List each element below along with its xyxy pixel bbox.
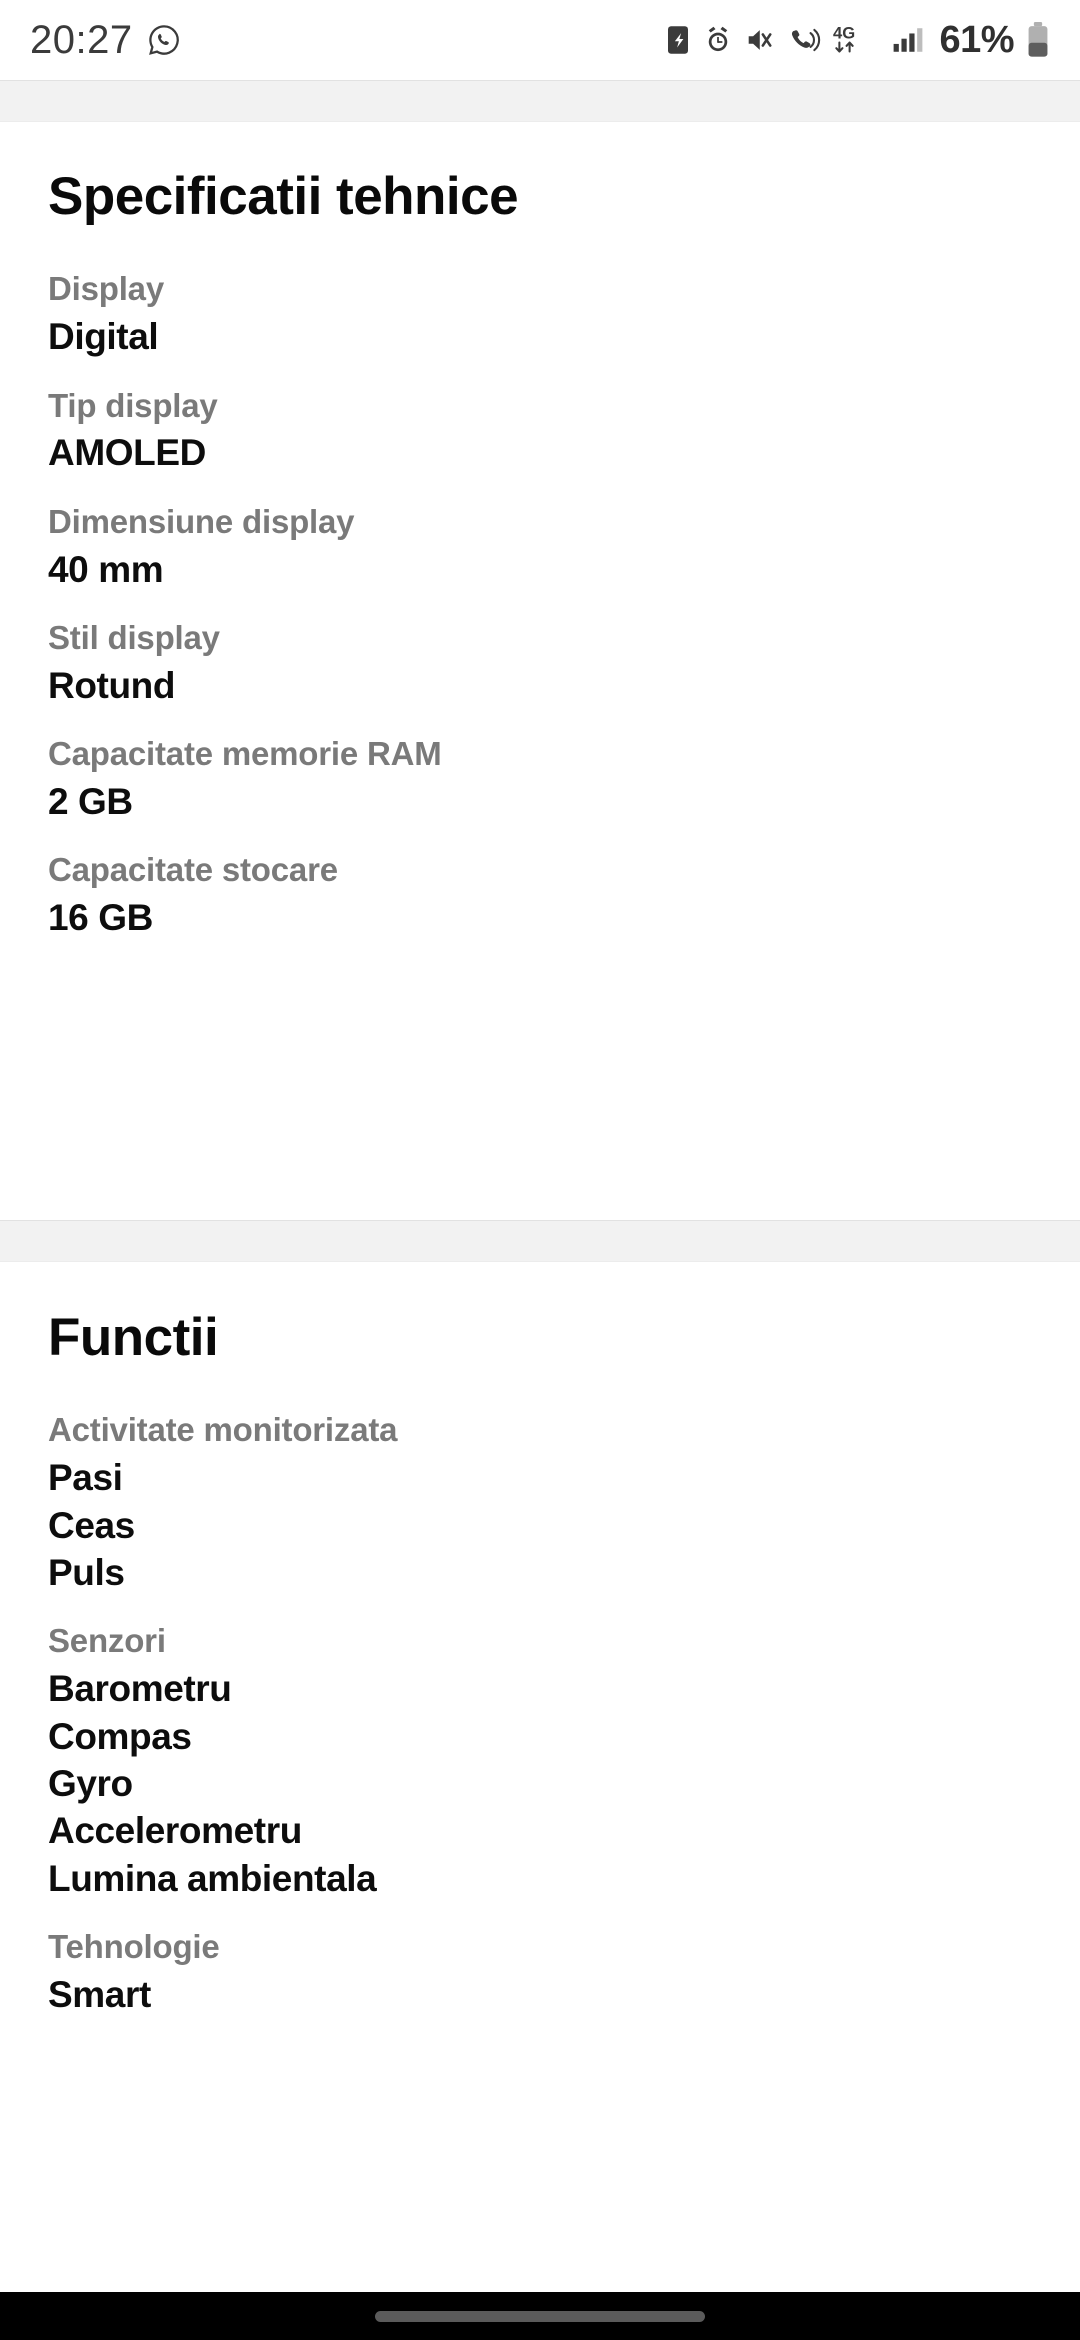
spec-row: Capacitate memorie RAM 2 GB xyxy=(48,731,1080,825)
spec-label: Capacitate stocare xyxy=(48,851,338,889)
status-bar-left: 20:27 xyxy=(30,18,181,63)
spec-label: Dimensiune display xyxy=(48,502,355,540)
section-divider-middle xyxy=(0,1220,1080,1262)
spec-list-features: Activitate monitorizata Pasi Ceas Puls S… xyxy=(0,1367,1080,2070)
technical-specs-section: Specificatii tehnice Display Digital Tip… xyxy=(0,122,1080,994)
spec-row: Dimensiune display 40 mm xyxy=(48,499,1080,593)
spec-row: Tehnologie Smart xyxy=(48,1924,1080,2018)
spec-value-line: 16 GB xyxy=(48,897,153,939)
spec-row: Capacitate stocare 16 GB xyxy=(48,847,1080,941)
spec-label: Tehnologie xyxy=(48,1927,220,1965)
spec-row: Senzori Barometru Compas Gyro Accelerome… xyxy=(48,1618,1080,1902)
spec-value: Smart xyxy=(48,1971,1080,2018)
spec-value-line: Barometru xyxy=(48,1668,232,1710)
spec-value-line: AMOLED xyxy=(48,432,206,474)
status-bar-right: 4G 61% xyxy=(665,19,1050,62)
spec-value-line: Rotund xyxy=(48,664,176,706)
features-section: Functii Activitate monitorizata Pasi Cea… xyxy=(0,1263,1080,2071)
spec-label: Senzori xyxy=(48,1622,166,1660)
spec-value-line: 40 mm xyxy=(48,548,164,590)
spec-value: Barometru Compas Gyro Accelerometru Lumi… xyxy=(48,1665,1080,1902)
battery-icon xyxy=(1026,22,1050,58)
spec-row: Activitate monitorizata Pasi Ceas Puls xyxy=(48,1407,1080,1596)
spec-value-line: Compas xyxy=(48,1715,192,1757)
spec-row: Tip display AMOLED xyxy=(48,383,1080,477)
spec-value: Pasi Ceas Puls xyxy=(48,1454,1080,1596)
spec-row: Display Digital xyxy=(48,266,1080,360)
alarm-clock-icon xyxy=(703,25,733,55)
svg-text:4G: 4G xyxy=(833,24,855,43)
spec-value-line: Digital xyxy=(48,316,159,358)
spec-value-line: Puls xyxy=(48,1551,125,1593)
spec-label: Stil display xyxy=(48,619,220,657)
spec-value: AMOLED xyxy=(48,429,1080,476)
section-title-specs: Specificatii tehnice xyxy=(48,167,519,226)
spec-label: Tip display xyxy=(48,386,218,424)
whatsapp-icon xyxy=(147,23,181,57)
phone-screen: 20:27 4G 61% Specificatii tehnice Displa… xyxy=(0,0,1080,2340)
screen-record-icon xyxy=(665,25,691,55)
system-navigation-bar xyxy=(0,2292,1080,2340)
spec-label: Activitate monitorizata xyxy=(48,1411,398,1449)
spec-value: Digital xyxy=(48,313,1080,360)
spec-list-specs: Display Digital Tip display AMOLED Dimen… xyxy=(0,226,1080,993)
spec-value-line: Ceas xyxy=(48,1504,135,1546)
battery-percent-label: 61% xyxy=(939,18,1014,61)
spec-value-line: Gyro xyxy=(48,1762,133,1804)
spec-value: Rotund xyxy=(48,662,1080,709)
spec-value-line: Lumina ambientala xyxy=(48,1857,377,1899)
spec-value: 16 GB xyxy=(48,894,1080,941)
network-4g-icon: 4G xyxy=(833,23,879,57)
spec-label: Capacitate memorie RAM xyxy=(48,735,442,773)
sound-mute-vibrate-icon xyxy=(745,25,777,55)
spec-value-line: Smart xyxy=(48,1973,151,2015)
section-title-features: Functii xyxy=(48,1308,219,1367)
spec-row: Stil display Rotund xyxy=(48,615,1080,709)
spec-value-line: Pasi xyxy=(48,1457,123,1499)
spec-value-line: 2 GB xyxy=(48,781,133,823)
status-bar-clock: 20:27 xyxy=(30,17,133,62)
section-divider-top xyxy=(0,80,1080,122)
spec-value: 40 mm xyxy=(48,546,1080,593)
spec-value-line: Accelerometru xyxy=(48,1810,302,1852)
call-ringing-icon xyxy=(789,25,821,55)
spec-label: Display xyxy=(48,270,164,308)
status-bar: 20:27 4G 61% xyxy=(0,0,1080,80)
home-gesture-pill[interactable] xyxy=(375,2310,705,2322)
spec-value: 2 GB xyxy=(48,778,1080,825)
signal-bars-icon xyxy=(891,25,925,55)
